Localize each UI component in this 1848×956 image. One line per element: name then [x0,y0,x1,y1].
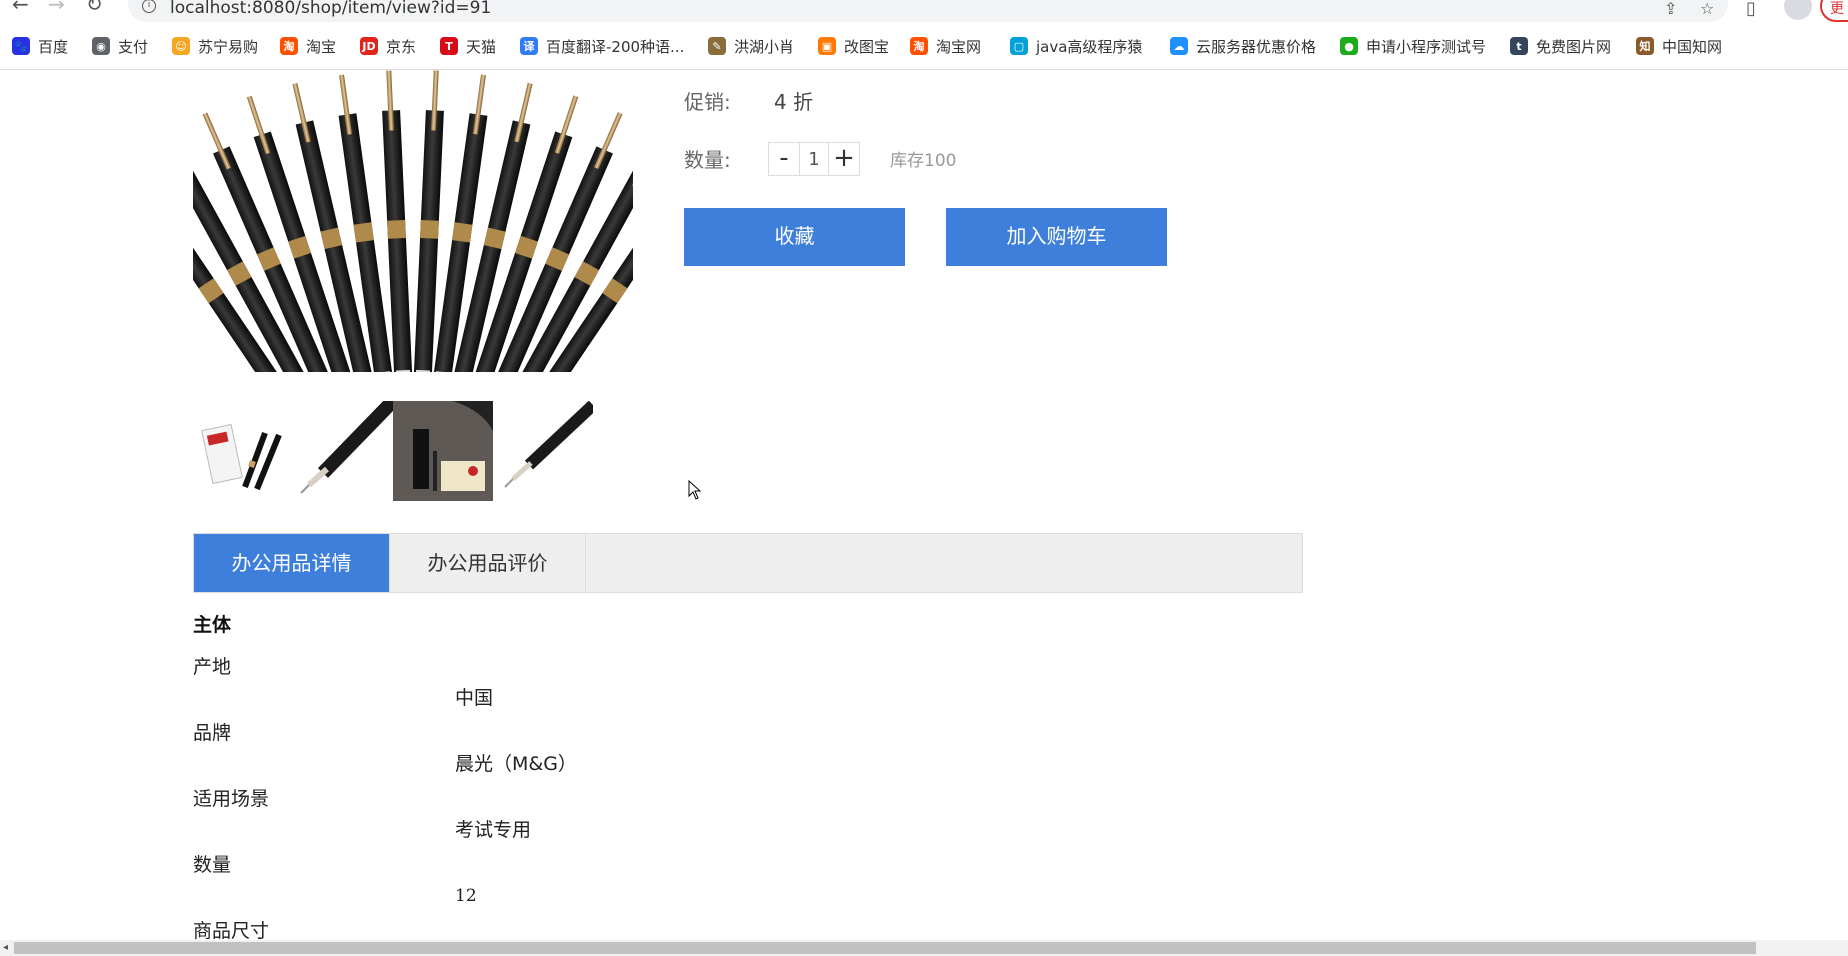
spec-value: 晨光（M&G） [455,753,577,775]
bookmark-label: 淘宝网 [936,37,982,56]
taobao-icon: 淘 [280,37,298,55]
bookmarks-bar: 🐾 百度 ◉ 支付 ☺ 苏宁易购淘淘宝 JD 京东 T 天猫译百度翻译-200种语... ✎ 洪湖小肖… [0,22,1848,70]
tab-reviews[interactable]: 办公用品评价 [390,534,586,592]
promo-value: 4 折 [774,90,814,114]
quantity-label: 数量: [684,148,731,172]
gaitubao-icon: ▣ [818,37,836,55]
bookmark-label: 百度 [38,37,69,56]
spec-name: 产地 [193,656,232,678]
bookmark-item[interactable]: t 免费图片网 [1510,34,1611,58]
scrollbar-thumb[interactable] [14,942,1756,954]
bookmark-label: 京东 [386,37,417,56]
bookmark-item[interactable]: ▣ 改图宝 [818,34,889,58]
tmall-icon: T [440,37,458,55]
bookmark-label: 百度翻译-200种语... [546,37,685,56]
bookmark-label: 免费图片网 [1536,37,1612,56]
bookmark-item[interactable]: ● 申请小程序测试号 [1340,34,1486,58]
favorite-button[interactable]: 收藏 [684,208,905,266]
taobao-net-icon: 淘 [910,37,928,55]
pen-shape [406,70,444,372]
bookmark-item[interactable]: 🐾 百度 [12,34,68,58]
bookmark-item[interactable]: T 天猫 [440,34,496,58]
star-icon[interactable]: ☆ [1700,0,1714,18]
bookmark-item[interactable]: 淘淘宝 [280,34,336,58]
cnki-icon: 知 [1636,37,1654,55]
bookmark-item[interactable]: 译百度翻译-200种语... [520,34,684,58]
bookmark-item[interactable]: ☁ 云服务器优惠价格 [1170,34,1316,58]
bookmark-label: 中国知网 [1662,37,1723,56]
baidu-icon: 🐾 [12,37,30,55]
stock-count: 库存100 [890,151,957,171]
spec-name: 数量 [193,854,232,876]
quantity-increase-button[interactable]: + [828,142,860,176]
share-icon[interactable]: ⇪ [1664,0,1677,18]
bookmark-label: 苏宁易购 [198,37,259,56]
suning-icon: ☺ [172,37,190,55]
bookmark-item[interactable]: ✎ 洪湖小肖 [708,34,794,58]
bookmark-item[interactable]: ▢ java高级程序猿 [1010,34,1142,58]
bilibili-icon: ▢ [1010,37,1028,55]
browser-toolbar: ← → ↻ i localhost:8080/shop/item/view?id… [0,0,1848,22]
thumbnail-4[interactable] [493,401,593,501]
update-button[interactable]: 更 [1820,0,1848,22]
side-panel-icon[interactable]: ▯ [1746,0,1756,19]
back-icon[interactable]: ← [12,0,29,14]
mouse-cursor-icon [688,480,702,500]
url-text[interactable]: localhost:8080/shop/item/view?id=91 [170,0,491,18]
bookmark-label: 云服务器优惠价格 [1196,37,1317,56]
tab-details[interactable]: 办公用品详情 [194,534,390,592]
thumbnail-strip [193,401,593,501]
baidu-translate-icon: 译 [520,37,538,55]
bookmark-item[interactable]: JD 京东 [360,34,416,58]
globe-icon: ◉ [92,37,110,55]
quantity-input[interactable]: 1 [800,142,828,176]
thumbnail-1[interactable] [193,401,293,501]
bookmark-item[interactable]: 淘淘宝网 [910,34,981,58]
spec-list: 主体 产地 中国 品牌 晨光（M&G） 适用场景 考试专用 数量 12 商品尺寸 [193,610,993,940]
pen-shape [382,70,420,372]
spec-name: 品牌 [193,722,232,744]
bookmark-item[interactable]: ◉ 支付 [92,34,148,58]
horizontal-scrollbar[interactable]: ◂ [0,940,1848,956]
promo-label: 促销: [684,90,731,114]
section-title: 主体 [193,614,232,636]
bookmark-label: 申请小程序测试号 [1366,37,1487,56]
jd-icon: JD [360,37,378,55]
product-main-image [193,70,633,372]
bookmark-label: 支付 [118,37,149,56]
spec-name: 商品尺寸 [193,920,270,940]
detail-tabs: 办公用品详情 办公用品评价 [193,533,1303,593]
bookmark-label: 淘宝 [306,37,337,56]
quantity-decrease-button[interactable]: - [768,142,800,176]
site-info-icon[interactable]: i [142,0,156,13]
t-icon: t [1510,37,1528,55]
add-to-cart-button[interactable]: 加入购物车 [946,208,1167,266]
spec-name: 适用场景 [193,788,270,810]
bookmark-item[interactable]: 知中国知网 [1636,34,1722,58]
bookmark-label: 改图宝 [844,37,890,56]
address-bar[interactable]: i localhost:8080/shop/item/view?id=91 ⇪ … [128,0,1728,22]
bookmark-label: 天猫 [466,37,497,56]
spec-value: 中国 [455,687,494,709]
wechat-icon: ● [1340,37,1358,55]
product-page: 促销: 4 折 数量: - 1 + 库存100 收藏 加入购物车 办公用品详情 … [0,70,1848,940]
cloud-icon: ☁ [1170,37,1188,55]
bird-icon: ✎ [708,37,726,55]
bookmark-label: java高级程序猿 [1036,37,1143,56]
bookmark-item[interactable]: ☺ 苏宁易购 [172,34,258,58]
avatar[interactable] [1784,0,1812,20]
reload-icon[interactable]: ↻ [86,0,103,14]
forward-icon[interactable]: → [48,0,65,14]
bookmark-label: 洪湖小肖 [734,37,795,56]
quantity-stepper: - 1 + [768,142,860,176]
scroll-left-icon[interactable]: ◂ [3,942,8,953]
spec-value: 12 [455,886,477,906]
thumbnail-2[interactable] [293,401,393,501]
spec-value: 考试专用 [455,819,532,841]
thumbnail-3[interactable] [393,401,493,501]
